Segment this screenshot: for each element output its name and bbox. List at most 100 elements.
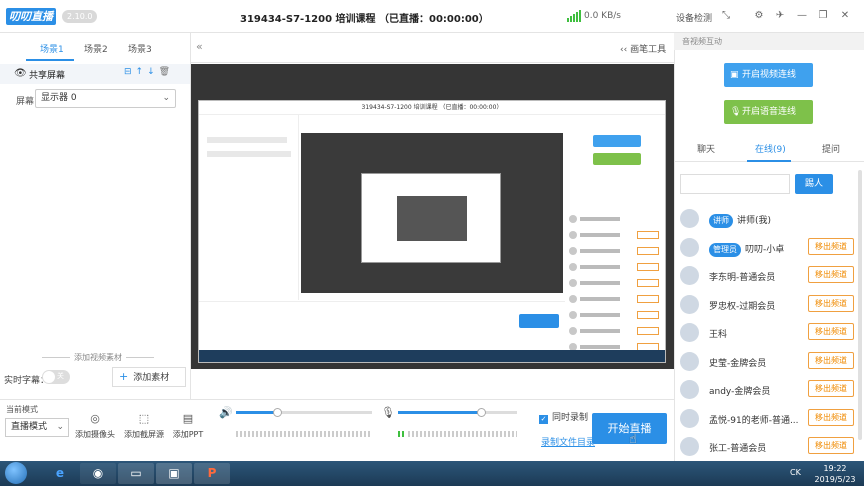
media-icon[interactable]: ◉: [80, 463, 116, 484]
clock[interactable]: 19:22 2019/5/23: [813, 463, 857, 485]
avatar: [680, 237, 699, 257]
start-voice-call-button[interactable]: 🎙 开启语音连线: [724, 100, 813, 124]
voice-call-label: 开启语音连线: [742, 107, 797, 117]
screen-select[interactable]: 显示器 0 ⌄: [35, 89, 176, 108]
add-material-button[interactable]: + 添加素材: [112, 367, 186, 387]
screen-label: 屏幕: [16, 97, 35, 107]
arrow-down-icon[interactable]: ↓: [147, 67, 159, 77]
user-name: andy-金牌会员: [709, 384, 770, 397]
tab-scene-3[interactable]: 场景3: [128, 42, 152, 55]
user-name-text: 张工-普通会员: [709, 444, 767, 454]
eye-icon[interactable]: 👁: [14, 68, 27, 79]
screen-select-value: 显示器 0: [41, 93, 77, 103]
subtitle-toggle[interactable]: 关: [42, 370, 70, 384]
live-app-icon[interactable]: ▣: [156, 463, 192, 484]
tab-chat[interactable]: 聊天: [697, 142, 715, 155]
user-row: 李东明-普通会员 移出频道: [678, 264, 858, 288]
tray-language[interactable]: CK: [790, 468, 801, 477]
nested-preview-inner: [361, 173, 501, 263]
user-list-scrollbar[interactable]: [858, 170, 862, 440]
draw-tool-button[interactable]: ‹‹ 画笔工具: [620, 42, 666, 55]
avatar: [680, 351, 699, 371]
user-row: 张工-普通会员 移出频道: [678, 435, 858, 459]
nested-taskbar: [199, 350, 665, 362]
mouse-cursor-icon: ☝: [629, 432, 637, 447]
avatar: [680, 266, 699, 285]
mic-level-active: [398, 431, 406, 437]
version-badge: 2.10.0: [62, 10, 98, 23]
close-icon[interactable]: ✕: [838, 9, 852, 23]
user-row: 史莹-金牌会员 移出频道: [678, 350, 858, 374]
mic-level-meter: [408, 431, 517, 437]
mic-volume-slider[interactable]: [398, 408, 517, 417]
ie-icon[interactable]: e: [42, 463, 78, 484]
restore-icon[interactable]: ❐: [816, 9, 830, 23]
user-name-text: 李东明-普通会员: [709, 273, 776, 283]
speaker-volume-slider[interactable]: [236, 408, 372, 417]
remove-from-channel-button[interactable]: 移出频道: [808, 408, 854, 426]
toggle-knob: [43, 371, 55, 383]
sync-record-label: 同时录制: [552, 413, 589, 423]
avatar: [680, 437, 699, 456]
add-camera-button[interactable]: ◎ 添加摄像头: [70, 412, 120, 440]
remove-from-channel-button[interactable]: 移出频道: [808, 266, 854, 283]
tab-questions[interactable]: 提问: [822, 142, 840, 155]
add-material-title: 添加视频素材: [38, 352, 158, 363]
kick-search-input[interactable]: [680, 174, 790, 194]
start-button[interactable]: [5, 462, 27, 484]
user-name-text: 孟悦-91的老师-普通...: [709, 415, 799, 426]
tab-scene-2[interactable]: 场景2: [84, 42, 108, 55]
collapse-icon[interactable]: ⤡: [719, 9, 733, 23]
kick-button[interactable]: 踢人: [795, 174, 833, 194]
avatar: [680, 209, 699, 228]
gear-icon[interactable]: ⚙: [752, 9, 766, 23]
sync-record-checkbox[interactable]: ✓ 同时录制: [539, 410, 588, 424]
remove-from-channel-button[interactable]: 移出频道: [808, 294, 854, 312]
nested-right-panel: [565, 115, 665, 355]
folder-icon[interactable]: ▭: [118, 463, 154, 484]
user-name: 王科: [709, 327, 727, 340]
remove-from-channel-button[interactable]: 移出频道: [808, 351, 854, 369]
tab-online[interactable]: 在线(9): [755, 142, 786, 155]
scene-panel: [0, 33, 191, 399]
tab-scene-1[interactable]: 场景1: [40, 42, 64, 55]
add-ppt-label: 添加PPT: [172, 430, 204, 439]
add-screenshot-source-button[interactable]: ⬚ 添加截屏源: [119, 412, 169, 440]
add-camera-label: 添加摄像头: [75, 430, 115, 439]
network-speed: 0.0 KB/s: [584, 11, 621, 21]
user-name-text: 王科: [709, 330, 728, 340]
draw-tool-label: 画笔工具: [630, 45, 667, 55]
remove-from-channel-button[interactable]: 移出频道: [808, 323, 854, 340]
window-title: 319434-S7-1200 培训课程 （已直播：00:00:00）: [240, 14, 489, 25]
powerpoint-icon[interactable]: P: [194, 463, 230, 484]
start-video-call-button[interactable]: ▣ 开启视频连线: [724, 63, 813, 87]
toggle-text: 关: [57, 372, 64, 380]
arrow-up-icon[interactable]: ↑: [136, 67, 148, 77]
remove-from-channel-button[interactable]: 移出频道: [808, 237, 854, 255]
remove-from-channel-button[interactable]: 移出频道: [808, 437, 854, 454]
add-ppt-button[interactable]: ▤ 添加PPT: [163, 412, 213, 440]
role-badge: 讲师: [709, 214, 733, 228]
preview-toolbar: [191, 33, 674, 63]
trash-icon[interactable]: 🗑: [159, 67, 174, 77]
minus-icon[interactable]: ⊟: [124, 67, 136, 77]
clock-time: 19:22: [823, 464, 847, 473]
pin-icon[interactable]: ✈: [773, 9, 787, 23]
microphone-icon[interactable]: 🎙: [381, 406, 395, 419]
add-material-label: 添加素材: [133, 373, 170, 383]
user-name: 孟悦-91的老师-普通...: [709, 413, 799, 426]
user-row: 罗忠权-过期会员 移出频道: [678, 293, 858, 317]
minimize-icon[interactable]: —: [795, 9, 809, 23]
record-directory-link[interactable]: 录制文件目录: [541, 435, 595, 448]
speaker-volume-fill: [236, 411, 277, 414]
collapse-left-icon[interactable]: «: [196, 40, 203, 53]
mode-select[interactable]: 直播模式 ⌄: [5, 418, 69, 437]
speaker-icon[interactable]: 🔊: [219, 406, 233, 419]
remove-from-channel-button[interactable]: 移出频道: [808, 380, 854, 397]
user-row: 王科 移出频道: [678, 321, 858, 345]
user-row: 管理员 叨叨-小卓 移出频道: [678, 236, 858, 260]
share-screen-label: 共享屏幕: [29, 71, 66, 81]
speaker-volume-knob[interactable]: [272, 408, 282, 417]
layer-controls[interactable]: ⊟↑↓🗑: [124, 67, 174, 77]
device-check-button[interactable]: 设备检测: [676, 11, 712, 24]
